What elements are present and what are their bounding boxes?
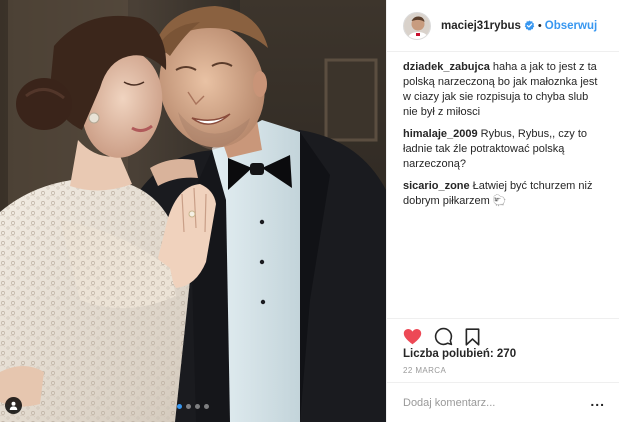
carousel-dot[interactable] xyxy=(177,404,182,409)
follow-button[interactable]: Obserwuj xyxy=(545,20,597,32)
avatar[interactable] xyxy=(403,11,431,40)
add-comment-bar: ... xyxy=(387,382,619,422)
comment-bubble-icon[interactable] xyxy=(434,327,453,346)
heart-icon[interactable] xyxy=(403,328,422,345)
avatar-image xyxy=(404,12,430,39)
carousel-indicator xyxy=(0,404,386,409)
comment-item: himalaje_2009 Rybus, Rybus,, czy to ładni… xyxy=(403,127,603,172)
comment-item: sicario_zone Łatwiej być tchurzem niż dob… xyxy=(403,179,603,209)
post-header: maciej31rybus • Obserwuj xyxy=(387,0,619,52)
post-date: 22 MARCA xyxy=(403,366,447,375)
more-options-button[interactable]: ... xyxy=(590,394,605,408)
comments-list: dziadek_zabujca haha a jak to jest z ta p… xyxy=(387,52,619,316)
post-photo[interactable] xyxy=(0,0,386,422)
wedding-photo-image xyxy=(0,0,386,422)
bookmark-icon[interactable] xyxy=(465,327,480,346)
carousel-dot[interactable] xyxy=(186,404,191,409)
post-author-username[interactable]: maciej31rybus xyxy=(441,20,521,32)
header-separator: • xyxy=(537,19,542,32)
comment-username[interactable]: himalaje_2009 xyxy=(403,128,478,140)
comment-input[interactable] xyxy=(403,396,591,409)
comment-item: dziadek_zabujca haha a jak to jest z ta p… xyxy=(403,60,603,120)
carousel-dot[interactable] xyxy=(195,404,200,409)
likes-count[interactable]: Liczba polubień: 270 xyxy=(403,348,516,360)
comment-username[interactable]: dziadek_zabujca xyxy=(403,61,490,73)
carousel-dot[interactable] xyxy=(204,404,209,409)
post-side-panel: maciej31rybus • Obserwuj dziadek_zabujca… xyxy=(386,0,619,422)
comment-username[interactable]: sicario_zone xyxy=(403,180,470,192)
verified-badge-icon xyxy=(524,20,535,31)
